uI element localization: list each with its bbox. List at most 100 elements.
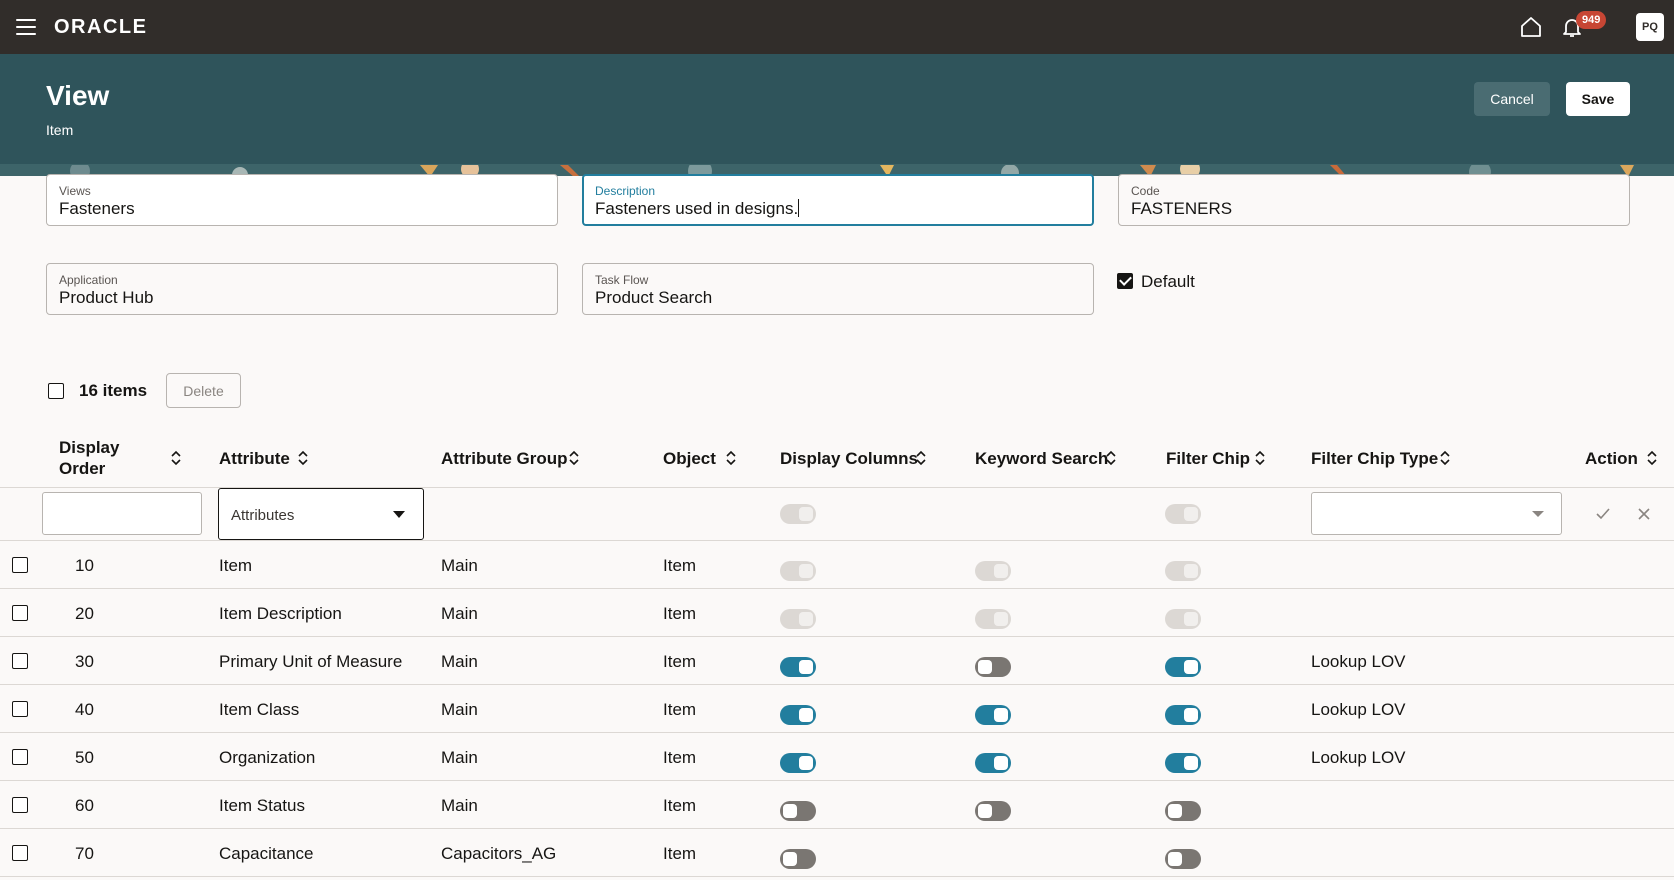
filter-chip-toggle[interactable]	[1165, 504, 1201, 524]
row-attribute-group: Capacitors_AG	[441, 844, 557, 863]
row-attribute-group: Main	[441, 748, 478, 767]
row-divider	[0, 588, 1674, 589]
row-attribute: Item	[219, 556, 253, 575]
display-columns-toggle[interactable]	[780, 609, 816, 629]
row-display-order: 60	[75, 796, 94, 815]
keyword-search-toggle[interactable]	[975, 609, 1011, 629]
application-value: Product Hub	[59, 288, 154, 307]
keyword-search-toggle[interactable]	[975, 705, 1011, 725]
row-checkbox[interactable]	[12, 797, 28, 813]
cancel-button[interactable]: Cancel	[1474, 82, 1550, 116]
row-attribute: Item Status	[219, 796, 305, 815]
display-columns-toggle[interactable]	[780, 849, 816, 869]
display-columns-toggle[interactable]	[780, 657, 816, 677]
sort-icon[interactable]	[1255, 450, 1265, 466]
views-field[interactable]: Views Fasteners	[46, 174, 558, 226]
sort-icon[interactable]	[1106, 450, 1116, 466]
filter-chip-toggle[interactable]	[1165, 753, 1201, 773]
row-attribute: Capacitance	[219, 844, 314, 863]
display-columns-toggle[interactable]	[780, 504, 816, 524]
filter-chip-toggle[interactable]	[1165, 705, 1201, 725]
delete-button[interactable]: Delete	[166, 373, 241, 408]
filter-chip-toggle[interactable]	[1165, 609, 1201, 629]
row-attribute: Item Class	[219, 700, 300, 719]
menu-icon[interactable]	[16, 19, 36, 35]
text-cursor	[798, 199, 800, 217]
keyword-search-toggle[interactable]	[975, 801, 1011, 821]
column-display-columns[interactable]: Display Columns	[780, 448, 918, 469]
column-display-order[interactable]: Display Order	[59, 437, 139, 479]
filter-chip-type-select[interactable]	[1311, 492, 1562, 535]
keyword-search-toggle[interactable]	[975, 753, 1011, 773]
page-header: View Item Cancel Save	[0, 54, 1674, 164]
row-checkbox[interactable]	[12, 557, 28, 573]
column-filter-chip-type[interactable]: Filter Chip Type	[1311, 448, 1438, 469]
row-filter-chip-type: Lookup LOV	[1311, 652, 1406, 671]
select-all-checkbox[interactable]	[48, 383, 64, 399]
display-columns-toggle[interactable]	[780, 561, 816, 581]
sort-icon[interactable]	[1440, 450, 1450, 466]
row-attribute-group: Main	[441, 796, 478, 815]
description-value: Fasteners used in designs.	[595, 199, 799, 218]
application-field[interactable]: Application Product Hub	[46, 263, 558, 315]
sort-icon[interactable]	[726, 450, 736, 466]
row-display-order: 40	[75, 700, 94, 719]
row-display-order: 30	[75, 652, 94, 671]
column-filter-chip[interactable]: Filter Chip	[1166, 448, 1250, 469]
task-flow-field[interactable]: Task Flow Product Search	[582, 263, 1094, 315]
sort-icon[interactable]	[1647, 450, 1657, 466]
sort-icon[interactable]	[171, 450, 181, 466]
column-object[interactable]: Object	[663, 448, 716, 469]
row-checkbox[interactable]	[12, 653, 28, 669]
views-value: Fasteners	[59, 199, 135, 218]
keyword-search-toggle[interactable]	[975, 561, 1011, 581]
column-attribute[interactable]: Attribute	[219, 448, 290, 469]
sort-icon[interactable]	[298, 450, 308, 466]
display-columns-toggle[interactable]	[780, 753, 816, 773]
filter-chip-toggle[interactable]	[1165, 561, 1201, 581]
row-attribute: Item Description	[219, 604, 342, 623]
user-avatar[interactable]: PQ	[1636, 13, 1664, 41]
sort-icon[interactable]	[569, 450, 579, 466]
filter-chip-toggle[interactable]	[1165, 657, 1201, 677]
code-field[interactable]: Code FASTENERS	[1118, 174, 1630, 226]
row-attribute-group: Main	[441, 700, 478, 719]
default-checkbox[interactable]	[1117, 273, 1133, 289]
display-columns-toggle[interactable]	[780, 801, 816, 821]
column-keyword-search[interactable]: Keyword Search	[975, 448, 1108, 469]
display-order-input[interactable]	[42, 492, 202, 535]
row-checkbox[interactable]	[12, 749, 28, 765]
display-columns-toggle[interactable]	[780, 705, 816, 725]
chevron-down-icon	[393, 511, 405, 518]
chevron-down-icon	[1532, 511, 1544, 517]
divider	[0, 540, 1674, 541]
row-object: Item	[663, 604, 697, 623]
row-attribute-group: Main	[441, 604, 478, 623]
check-icon[interactable]	[1595, 506, 1611, 522]
filter-chip-toggle[interactable]	[1165, 849, 1201, 869]
row-object: Item	[663, 652, 697, 671]
row-divider	[0, 732, 1674, 733]
attribute-select[interactable]: Attributes	[218, 488, 424, 540]
save-button[interactable]: Save	[1566, 82, 1630, 116]
sort-icon[interactable]	[916, 450, 926, 466]
row-checkbox[interactable]	[12, 605, 28, 621]
row-object: Item	[663, 796, 697, 815]
row-object: Item	[663, 748, 697, 767]
row-checkbox[interactable]	[12, 845, 28, 861]
row-divider	[0, 876, 1674, 877]
column-attribute-group[interactable]: Attribute Group	[441, 448, 568, 469]
row-display-order: 20	[75, 604, 94, 623]
row-display-order: 50	[75, 748, 94, 767]
description-field[interactable]: Description Fasteners used in designs.	[582, 174, 1094, 226]
row-checkbox[interactable]	[12, 701, 28, 717]
filter-chip-toggle[interactable]	[1165, 801, 1201, 821]
row-divider	[0, 684, 1674, 685]
task-flow-value: Product Search	[595, 288, 713, 307]
description-label: Description	[595, 184, 656, 198]
home-icon[interactable]	[1519, 15, 1543, 39]
row-object: Item	[663, 556, 697, 575]
page-title: View	[46, 80, 110, 111]
close-icon[interactable]	[1636, 506, 1652, 522]
keyword-search-toggle[interactable]	[975, 657, 1011, 677]
